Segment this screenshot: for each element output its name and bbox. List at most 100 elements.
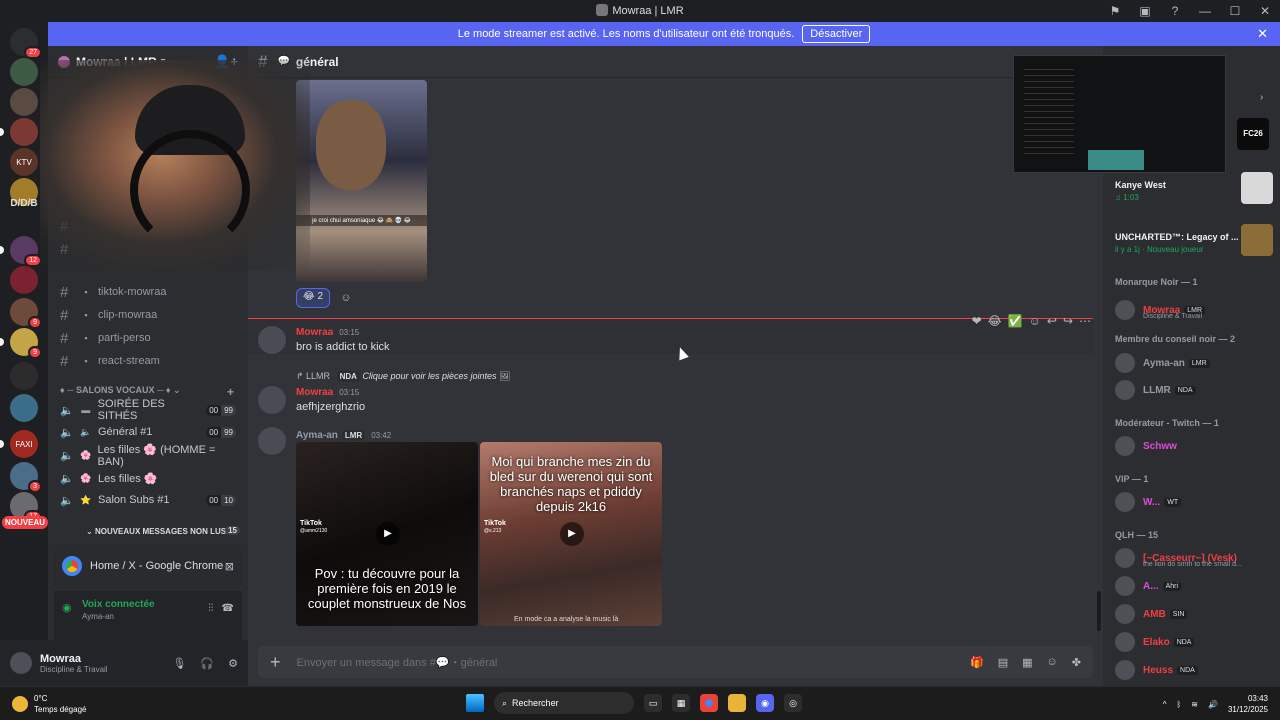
weather-widget[interactable]: 0°C Temps dégagé [12, 693, 86, 715]
bluetooth-icon[interactable]: ᛒ [1176, 700, 1181, 709]
emoji-icon[interactable]: ☺ [1047, 656, 1058, 669]
channel-item[interactable]: # ▪ clip-mowraa [56, 304, 242, 326]
server-icon[interactable] [10, 266, 38, 294]
channel-item[interactable]: # ▪ parti-perso [56, 327, 242, 349]
server-icon[interactable] [10, 58, 38, 86]
voice-channel-item[interactable]: 🔈 ▬ SOIRÉE DES SITHÉS 00 99 [56, 398, 242, 422]
play-icon[interactable]: ▶ [376, 522, 400, 546]
voice-channel-item[interactable]: 🔈 🌸 Les filles 🌸 (HOMME = BAN) [56, 444, 242, 468]
noise-suppression-icon[interactable]: ⫶⫶ [208, 603, 213, 614]
activity-card[interactable]: Home / X - Google Chrome ⊠ [54, 544, 242, 588]
gift-icon[interactable]: 🎁 [970, 656, 984, 669]
member-item[interactable]: Mowraa LMR Discipline & Travail [1115, 298, 1275, 322]
member-item[interactable]: LLMR NDA [1115, 378, 1275, 402]
signal-icon[interactable]: ◉ [62, 601, 72, 614]
server-icon[interactable] [10, 362, 38, 390]
file-explorer-icon[interactable] [728, 694, 746, 712]
add-reaction-icon[interactable]: ☺ [336, 288, 356, 308]
add-channel-icon[interactable]: + [227, 385, 234, 399]
avatar[interactable] [258, 427, 286, 455]
reaction-chip[interactable]: 😂 2 [296, 288, 331, 308]
avatar[interactable] [258, 386, 286, 414]
member-item[interactable]: Elako NDA [1115, 630, 1275, 654]
server-icon[interactable] [10, 88, 38, 116]
server-icon[interactable]: 27 [10, 28, 42, 59]
inbox-icon[interactable]: ⚑ [1100, 4, 1130, 18]
headset-icon[interactable]: 🎧 [200, 657, 214, 670]
disconnect-icon[interactable]: ☎ [222, 603, 234, 614]
chevron-right-icon[interactable]: › [1260, 92, 1263, 103]
message-author[interactable]: Mowraa 03:15 [296, 327, 359, 338]
check-reaction-icon[interactable]: ✅ [1008, 314, 1023, 328]
stop-stream-icon[interactable]: ⊠ [225, 560, 234, 573]
heart-reaction-icon[interactable]: ❤ [972, 314, 982, 328]
avatar[interactable] [258, 326, 286, 354]
new-messages-pill[interactable]: ⌄ NOUVEAUX MESSAGES NON LUS 15 [80, 524, 242, 540]
play-icon[interactable]: ▶ [560, 522, 584, 546]
reply-icon[interactable]: ↩ [1047, 314, 1057, 328]
sticker-icon[interactable]: ▦ [1022, 656, 1032, 669]
volume-icon[interactable]: 🔊 [1208, 700, 1218, 709]
disable-streamer-button[interactable]: Désactiver [802, 25, 871, 43]
activity-item[interactable]: Kanye West ♫ 1:03 [1111, 168, 1277, 214]
discord-icon[interactable]: ◉ [756, 694, 774, 712]
picture-in-picture[interactable] [1013, 55, 1226, 173]
server-icon[interactable]: KTV [10, 148, 38, 176]
gif-icon[interactable]: ▤ [998, 656, 1008, 669]
guild-text-label[interactable]: D/D/B [4, 198, 44, 209]
avatar[interactable] [10, 652, 32, 674]
server-icon[interactable] [10, 118, 38, 146]
obs-icon[interactable]: ◎ [784, 694, 802, 712]
server-icon[interactable]: 3 [10, 462, 42, 493]
activity-item[interactable]: UNCHARTED™: Legacy of ... il y a 1j · No… [1111, 220, 1277, 266]
settings-gear-icon[interactable]: ⚙ [228, 657, 238, 670]
chrome-icon[interactable] [700, 694, 718, 712]
more-icon[interactable]: ⋯ [1079, 314, 1091, 328]
member-item[interactable]: Schww [1115, 434, 1275, 458]
message-author[interactable]: Ayma-an LMR 03:42 [296, 430, 391, 441]
scrollbar[interactable] [1097, 591, 1101, 631]
forward-icon[interactable]: ↪ [1063, 314, 1073, 328]
wifi-icon[interactable]: ≋ [1191, 700, 1198, 709]
member-item[interactable]: W... WT [1115, 490, 1275, 514]
minimize-button[interactable]: — [1190, 4, 1220, 18]
clock[interactable]: 03:43 31/12/2025 [1228, 693, 1268, 715]
voice-category[interactable]: ♦ ─ SALONS VOCAUX ─ ♦ ⌄ + [60, 385, 234, 399]
message-input[interactable]: Envoyer un message dans #💬・général [297, 654, 498, 670]
laugh-reaction-icon[interactable]: 😂 [988, 314, 1002, 328]
new-server-pill[interactable]: NOUVEAU [2, 516, 49, 529]
close-icon[interactable]: ✕ [1257, 26, 1268, 42]
image-attachment[interactable]: je croi chui amsoniaque 😂 🙈 💀 😂 [296, 80, 427, 282]
tiktok-video-1[interactable]: TikTok @amm2130 ▶ Pov : tu découvre pour … [296, 442, 478, 626]
screen-share-icon[interactable]: ▣ [1130, 4, 1160, 18]
member-item[interactable]: AMB SIN [1115, 602, 1275, 626]
server-icon[interactable]: 9 [10, 298, 42, 329]
voice-channel-item[interactable]: 🔈 🌸 Les filles 🌸 [56, 467, 242, 489]
channel-item[interactable]: # ▪ tiktok-mowraa [56, 281, 242, 303]
member-item[interactable]: [~Casseurr~] (Vesk) the lion do smth to t… [1115, 546, 1275, 570]
maximize-button[interactable]: ☐ [1220, 4, 1250, 18]
close-window-button[interactable]: ✕ [1250, 4, 1280, 18]
add-reaction-icon[interactable]: ☺ [1029, 314, 1041, 328]
store-icon[interactable]: ▦ [672, 694, 690, 712]
server-icon[interactable] [10, 394, 38, 422]
tiktok-video-2[interactable]: Moi qui branche mes zin du bled sur du w… [480, 442, 662, 626]
upload-plus-icon[interactable]: + [270, 652, 281, 673]
server-icon[interactable]: 9 [10, 328, 42, 359]
taskbar-search[interactable]: ⌕ Rechercher [494, 692, 634, 714]
microphone-icon[interactable]: 🎙 [172, 657, 186, 670]
server-icon[interactable]: FAXI [10, 430, 38, 458]
message-author[interactable]: Mowraa 03:15 [296, 387, 359, 398]
member-item[interactable]: A... Ahri [1115, 574, 1275, 598]
task-view-icon[interactable]: ▭ [644, 694, 662, 712]
start-button[interactable] [466, 694, 484, 712]
voice-channel-item[interactable]: 🔈 ⭐ Salon Subs #1 00 10 [56, 489, 242, 511]
voice-channel-item[interactable]: 🔈 🔈 Général #1 00 99 [56, 421, 242, 443]
member-item[interactable]: Ayma-an LMR [1115, 351, 1275, 375]
help-icon[interactable]: ? [1160, 4, 1190, 18]
reply-preview[interactable]: ↱ LLMR NDA Clique pour voir les pièces j… [296, 371, 510, 382]
apps-icon[interactable]: ✤ [1072, 656, 1081, 669]
server-icon[interactable]: 12 [10, 236, 42, 267]
member-item[interactable]: Heuss NDA [1115, 658, 1275, 682]
channel-item[interactable]: # ▪ react-stream [56, 350, 242, 372]
